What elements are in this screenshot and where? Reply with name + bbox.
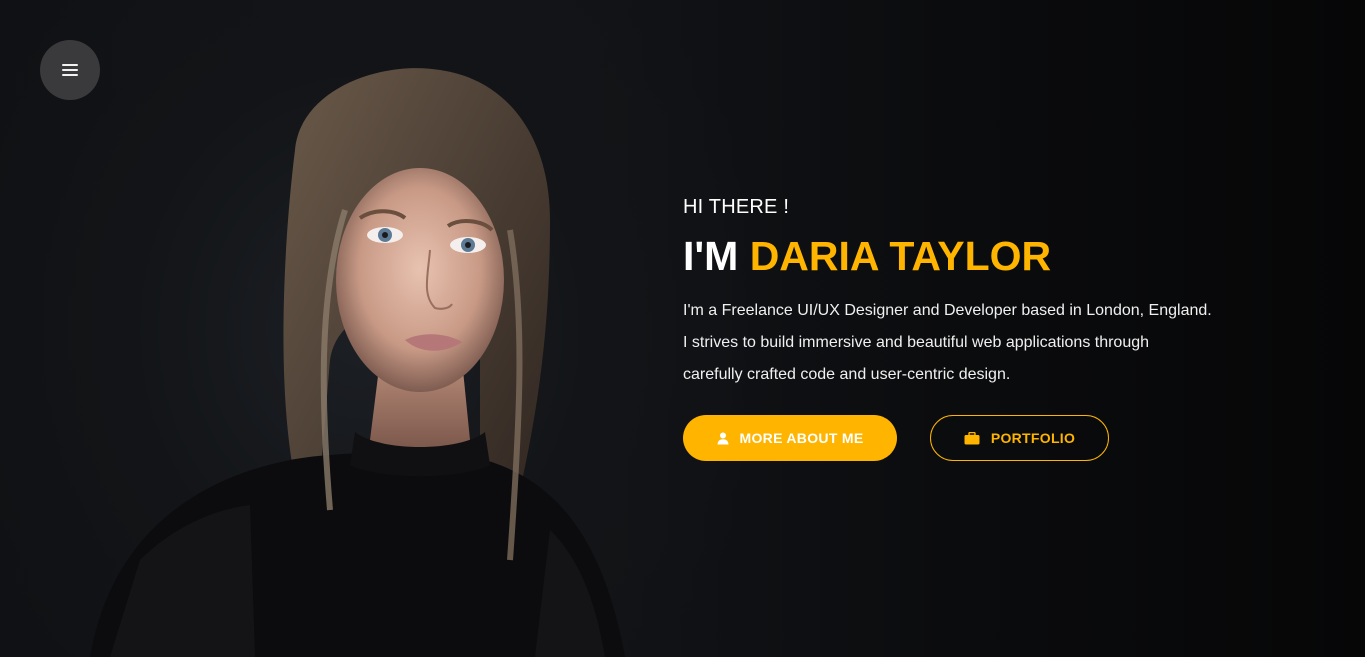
user-icon bbox=[717, 432, 729, 445]
headline-prefix: I'M bbox=[683, 233, 750, 279]
portfolio-label: PORTFOLIO bbox=[990, 430, 1076, 446]
bio-text: I'm a Freelance UI/UX Designer and Devel… bbox=[683, 295, 1243, 391]
intro-content: HI THERE ! I'M DARIA TAYLOR I'm a Freela… bbox=[683, 196, 1283, 461]
hero-actions: MORE ABOUT ME PORTFOLIO bbox=[683, 415, 1283, 461]
menu-toggle-button[interactable] bbox=[40, 40, 100, 100]
page-title: I'M DARIA TAYLOR bbox=[683, 231, 1283, 281]
briefcase-icon bbox=[964, 431, 980, 445]
greeting-text: HI THERE ! bbox=[683, 196, 790, 218]
bio-line: carefully crafted code and user-centric … bbox=[683, 366, 1011, 383]
more-about-me-button[interactable]: MORE ABOUT ME bbox=[683, 415, 897, 461]
hamburger-icon bbox=[62, 64, 78, 76]
bio-line: I strives to build immersive and beautif… bbox=[683, 334, 1150, 351]
hero-section: HI THERE ! I'M DARIA TAYLOR I'm a Freela… bbox=[0, 0, 1365, 657]
portfolio-button[interactable]: PORTFOLIO bbox=[930, 415, 1109, 461]
more-about-me-label: MORE ABOUT ME bbox=[739, 430, 864, 446]
portrait-photo bbox=[90, 68, 625, 657]
bio-line: I'm a Freelance UI/UX Designer and Devel… bbox=[683, 302, 1212, 319]
headline-name: DARIA TAYLOR bbox=[749, 233, 1052, 279]
